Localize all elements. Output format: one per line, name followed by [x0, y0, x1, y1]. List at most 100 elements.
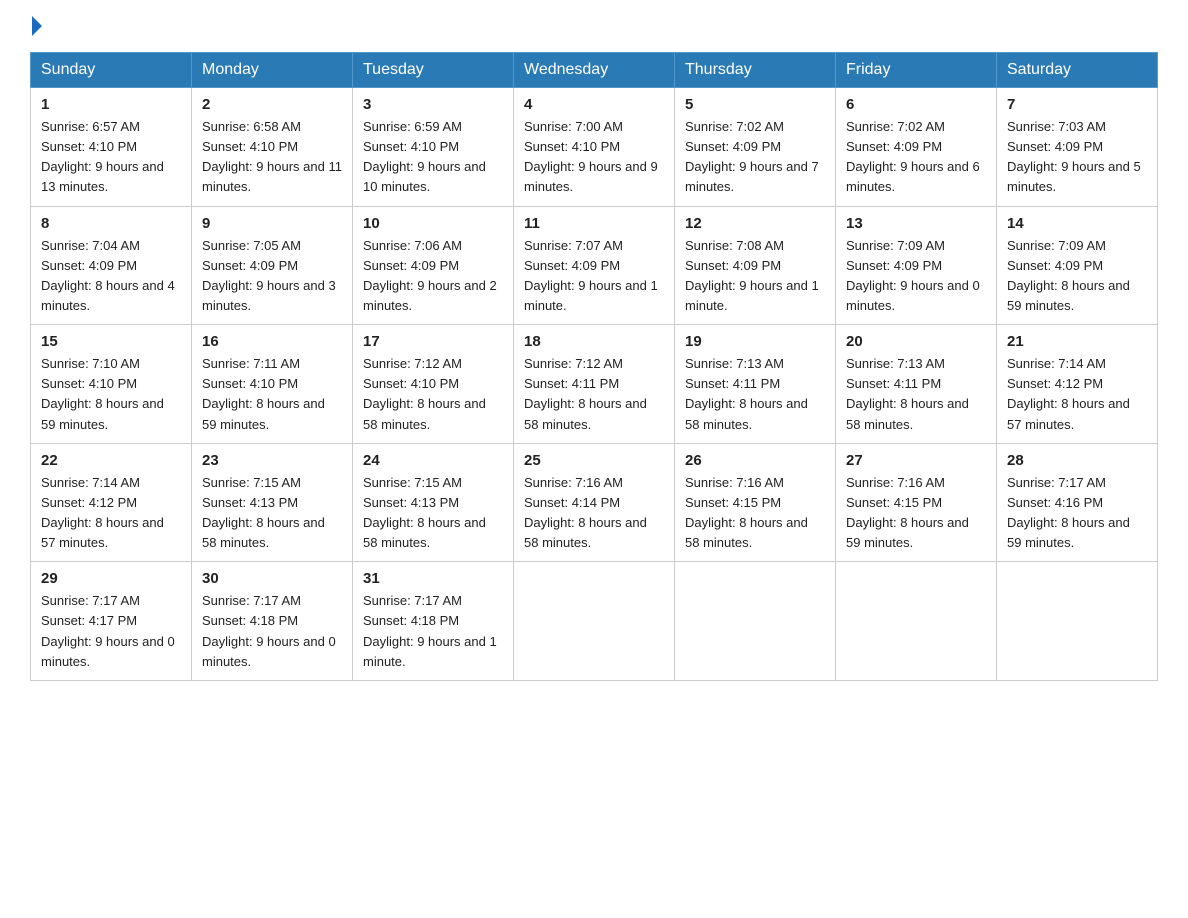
daylight-label: Daylight: 9 hours and 3 minutes.: [202, 278, 336, 313]
sunset-label: Sunset: 4:09 PM: [1007, 139, 1103, 154]
calendar-day-cell: 1 Sunrise: 6:57 AM Sunset: 4:10 PM Dayli…: [31, 88, 192, 207]
calendar-day-cell: 9 Sunrise: 7:05 AM Sunset: 4:09 PM Dayli…: [192, 206, 353, 325]
calendar-day-cell: 25 Sunrise: 7:16 AM Sunset: 4:14 PM Dayl…: [514, 443, 675, 562]
sunrise-label: Sunrise: 7:15 AM: [202, 475, 301, 490]
day-info: Sunrise: 6:58 AM Sunset: 4:10 PM Dayligh…: [202, 117, 342, 198]
day-info: Sunrise: 7:10 AM Sunset: 4:10 PM Dayligh…: [41, 354, 181, 435]
day-info: Sunrise: 7:09 AM Sunset: 4:09 PM Dayligh…: [1007, 236, 1147, 317]
calendar-day-cell: 27 Sunrise: 7:16 AM Sunset: 4:15 PM Dayl…: [836, 443, 997, 562]
day-number: 1: [41, 96, 181, 113]
day-info: Sunrise: 7:09 AM Sunset: 4:09 PM Dayligh…: [846, 236, 986, 317]
day-number: 5: [685, 96, 825, 113]
sunset-label: Sunset: 4:11 PM: [846, 376, 941, 391]
day-number: 30: [202, 570, 342, 587]
calendar-day-cell: [997, 562, 1158, 681]
sunset-label: Sunset: 4:18 PM: [363, 613, 459, 628]
day-of-week-header: Wednesday: [514, 53, 675, 88]
day-info: Sunrise: 7:02 AM Sunset: 4:09 PM Dayligh…: [846, 117, 986, 198]
sunset-label: Sunset: 4:12 PM: [1007, 376, 1103, 391]
sunrise-label: Sunrise: 7:16 AM: [685, 475, 784, 490]
sunset-label: Sunset: 4:13 PM: [363, 495, 459, 510]
day-number: 19: [685, 333, 825, 350]
day-info: Sunrise: 7:14 AM Sunset: 4:12 PM Dayligh…: [41, 473, 181, 554]
sunrise-label: Sunrise: 7:14 AM: [1007, 356, 1106, 371]
day-number: 24: [363, 452, 503, 469]
sunset-label: Sunset: 4:12 PM: [41, 495, 137, 510]
daylight-label: Daylight: 9 hours and 7 minutes.: [685, 159, 819, 194]
day-number: 25: [524, 452, 664, 469]
sunset-label: Sunset: 4:09 PM: [41, 258, 137, 273]
sunset-label: Sunset: 4:14 PM: [524, 495, 620, 510]
sunrise-label: Sunrise: 7:03 AM: [1007, 119, 1106, 134]
calendar-day-cell: 21 Sunrise: 7:14 AM Sunset: 4:12 PM Dayl…: [997, 325, 1158, 444]
calendar-week-row: 1 Sunrise: 6:57 AM Sunset: 4:10 PM Dayli…: [31, 88, 1158, 207]
day-info: Sunrise: 7:06 AM Sunset: 4:09 PM Dayligh…: [363, 236, 503, 317]
day-number: 31: [363, 570, 503, 587]
day-number: 27: [846, 452, 986, 469]
daylight-label: Daylight: 9 hours and 5 minutes.: [1007, 159, 1141, 194]
calendar-day-cell: 7 Sunrise: 7:03 AM Sunset: 4:09 PM Dayli…: [997, 88, 1158, 207]
daylight-label: Daylight: 8 hours and 58 minutes.: [524, 515, 647, 550]
day-info: Sunrise: 6:59 AM Sunset: 4:10 PM Dayligh…: [363, 117, 503, 198]
sunrise-label: Sunrise: 7:02 AM: [846, 119, 945, 134]
day-number: 6: [846, 96, 986, 113]
calendar-day-cell: 14 Sunrise: 7:09 AM Sunset: 4:09 PM Dayl…: [997, 206, 1158, 325]
day-info: Sunrise: 7:12 AM Sunset: 4:11 PM Dayligh…: [524, 354, 664, 435]
sunrise-label: Sunrise: 7:08 AM: [685, 238, 784, 253]
daylight-label: Daylight: 9 hours and 1 minute.: [524, 278, 658, 313]
calendar-header: SundayMondayTuesdayWednesdayThursdayFrid…: [31, 53, 1158, 88]
day-number: 12: [685, 215, 825, 232]
sunset-label: Sunset: 4:16 PM: [1007, 495, 1103, 510]
day-info: Sunrise: 7:14 AM Sunset: 4:12 PM Dayligh…: [1007, 354, 1147, 435]
daylight-label: Daylight: 9 hours and 0 minutes.: [202, 634, 336, 669]
page-header: [30, 20, 1158, 36]
day-info: Sunrise: 7:16 AM Sunset: 4:15 PM Dayligh…: [846, 473, 986, 554]
calendar-day-cell: 12 Sunrise: 7:08 AM Sunset: 4:09 PM Dayl…: [675, 206, 836, 325]
sunset-label: Sunset: 4:09 PM: [685, 258, 781, 273]
daylight-label: Daylight: 8 hours and 58 minutes.: [846, 396, 969, 431]
daylight-label: Daylight: 8 hours and 57 minutes.: [1007, 396, 1130, 431]
calendar-day-cell: 30 Sunrise: 7:17 AM Sunset: 4:18 PM Dayl…: [192, 562, 353, 681]
calendar-day-cell: [514, 562, 675, 681]
sunset-label: Sunset: 4:11 PM: [524, 376, 619, 391]
sunset-label: Sunset: 4:09 PM: [846, 139, 942, 154]
sunrise-label: Sunrise: 6:58 AM: [202, 119, 301, 134]
header-row: SundayMondayTuesdayWednesdayThursdayFrid…: [31, 53, 1158, 88]
daylight-label: Daylight: 8 hours and 58 minutes.: [524, 396, 647, 431]
calendar-day-cell: 4 Sunrise: 7:00 AM Sunset: 4:10 PM Dayli…: [514, 88, 675, 207]
daylight-label: Daylight: 8 hours and 58 minutes.: [685, 515, 808, 550]
day-info: Sunrise: 7:17 AM Sunset: 4:18 PM Dayligh…: [363, 591, 503, 672]
day-info: Sunrise: 7:13 AM Sunset: 4:11 PM Dayligh…: [685, 354, 825, 435]
day-info: Sunrise: 7:05 AM Sunset: 4:09 PM Dayligh…: [202, 236, 342, 317]
day-number: 8: [41, 215, 181, 232]
day-of-week-header: Tuesday: [353, 53, 514, 88]
sunrise-label: Sunrise: 7:16 AM: [524, 475, 623, 490]
day-info: Sunrise: 7:16 AM Sunset: 4:15 PM Dayligh…: [685, 473, 825, 554]
day-info: Sunrise: 6:57 AM Sunset: 4:10 PM Dayligh…: [41, 117, 181, 198]
day-info: Sunrise: 7:08 AM Sunset: 4:09 PM Dayligh…: [685, 236, 825, 317]
day-number: 21: [1007, 333, 1147, 350]
calendar-day-cell: 24 Sunrise: 7:15 AM Sunset: 4:13 PM Dayl…: [353, 443, 514, 562]
sunset-label: Sunset: 4:10 PM: [524, 139, 620, 154]
daylight-label: Daylight: 9 hours and 6 minutes.: [846, 159, 980, 194]
day-number: 26: [685, 452, 825, 469]
daylight-label: Daylight: 9 hours and 0 minutes.: [846, 278, 980, 313]
day-number: 13: [846, 215, 986, 232]
sunset-label: Sunset: 4:11 PM: [685, 376, 780, 391]
daylight-label: Daylight: 9 hours and 1 minute.: [685, 278, 819, 313]
day-of-week-header: Sunday: [31, 53, 192, 88]
calendar-day-cell: 13 Sunrise: 7:09 AM Sunset: 4:09 PM Dayl…: [836, 206, 997, 325]
day-info: Sunrise: 7:17 AM Sunset: 4:17 PM Dayligh…: [41, 591, 181, 672]
sunrise-label: Sunrise: 7:17 AM: [41, 593, 140, 608]
sunrise-label: Sunrise: 7:00 AM: [524, 119, 623, 134]
calendar-week-row: 8 Sunrise: 7:04 AM Sunset: 4:09 PM Dayli…: [31, 206, 1158, 325]
calendar-day-cell: 10 Sunrise: 7:06 AM Sunset: 4:09 PM Dayl…: [353, 206, 514, 325]
daylight-label: Daylight: 9 hours and 1 minute.: [363, 634, 497, 669]
sunrise-label: Sunrise: 7:13 AM: [685, 356, 784, 371]
day-info: Sunrise: 7:03 AM Sunset: 4:09 PM Dayligh…: [1007, 117, 1147, 198]
day-number: 17: [363, 333, 503, 350]
sunset-label: Sunset: 4:10 PM: [41, 139, 137, 154]
day-number: 28: [1007, 452, 1147, 469]
sunset-label: Sunset: 4:10 PM: [363, 376, 459, 391]
calendar-week-row: 29 Sunrise: 7:17 AM Sunset: 4:17 PM Dayl…: [31, 562, 1158, 681]
